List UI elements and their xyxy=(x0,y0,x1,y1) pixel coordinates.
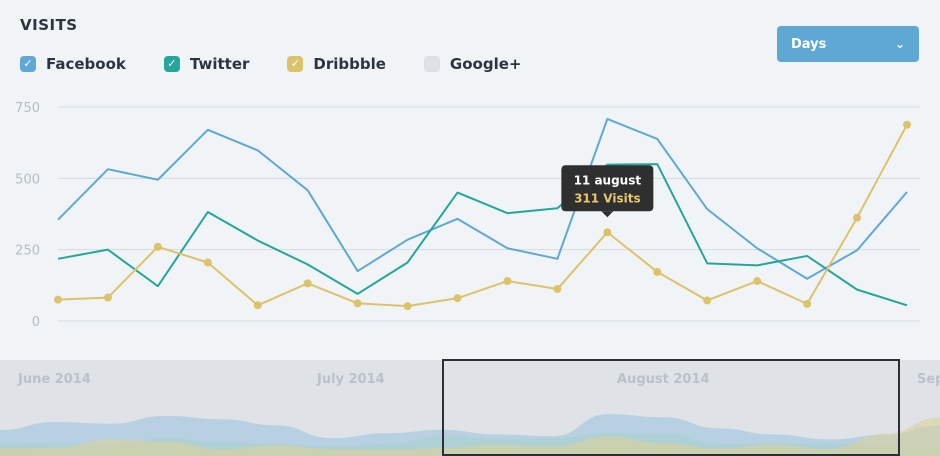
navigator-label: July 2014 xyxy=(316,372,385,387)
navigator-label: June 2014 xyxy=(17,372,91,387)
tooltip: 11 august 311 Visits xyxy=(561,165,654,218)
tooltip-title: 11 august xyxy=(574,173,642,187)
line-chart: 0 250 500 750 11 august 311 Visits June 2014 Ju… xyxy=(0,101,940,456)
navigator-label: Sep xyxy=(917,372,940,387)
data-point xyxy=(853,213,862,222)
y-tick-label: 500 xyxy=(15,172,40,187)
data-point xyxy=(453,294,462,303)
y-tick-label: 250 xyxy=(15,244,40,259)
data-point xyxy=(903,120,911,129)
data-point xyxy=(253,301,262,310)
data-point xyxy=(403,302,412,311)
data-point xyxy=(503,277,512,286)
data-point xyxy=(353,299,362,308)
data-point xyxy=(653,267,662,276)
data-point xyxy=(603,228,612,237)
y-tick-label: 750 xyxy=(15,101,40,116)
visits-widget: VISITS ✓ Facebook ✓ Twitter ✓ Dribbble G… xyxy=(0,0,940,456)
data-point xyxy=(203,258,212,267)
data-point xyxy=(703,296,712,305)
data-point xyxy=(103,293,112,302)
tooltip-arrow xyxy=(601,211,614,218)
data-point xyxy=(553,285,562,294)
data-point xyxy=(303,279,312,288)
data-point xyxy=(153,242,162,251)
data-point xyxy=(803,299,812,308)
navigator-label: August 2014 xyxy=(617,372,710,387)
data-point xyxy=(753,277,762,286)
data-point xyxy=(54,295,62,304)
y-tick-label: 0 xyxy=(32,315,40,330)
tooltip-value: 311 Visits xyxy=(574,191,641,205)
